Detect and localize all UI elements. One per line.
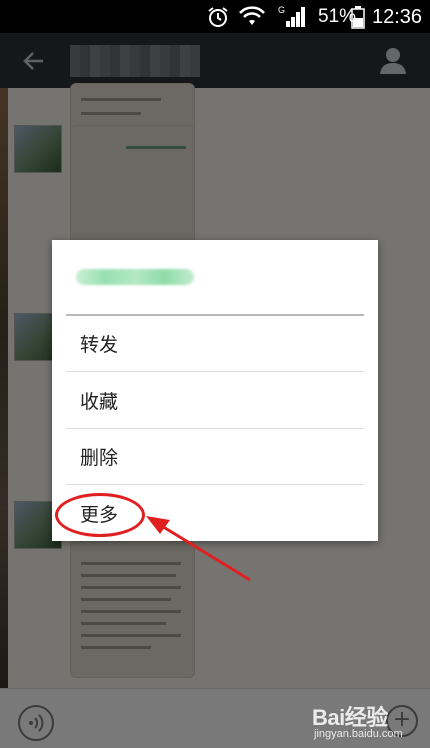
wifi-icon [238,5,266,29]
status-bar: G 51% 12:36 [0,0,430,33]
clock-time: 12:36 [372,5,423,28]
alarm-icon [206,5,230,29]
watermark-url: jingyan.baidu.com [314,728,403,740]
baidu-jingyan-watermark: Bai经验 jingyan.baidu.com [300,700,420,746]
network-type-label: G [278,5,285,15]
menu-item-forward[interactable]: 转发 [66,316,364,372]
highlight-ellipse [55,493,145,537]
menu-item-favorite[interactable]: 收藏 [66,373,364,429]
menu-header [52,240,378,315]
menu-item-delete[interactable]: 删除 [66,429,364,485]
battery-icon [351,5,365,29]
menu-title-blurred [76,269,194,285]
signal-icon: G [278,5,308,29]
